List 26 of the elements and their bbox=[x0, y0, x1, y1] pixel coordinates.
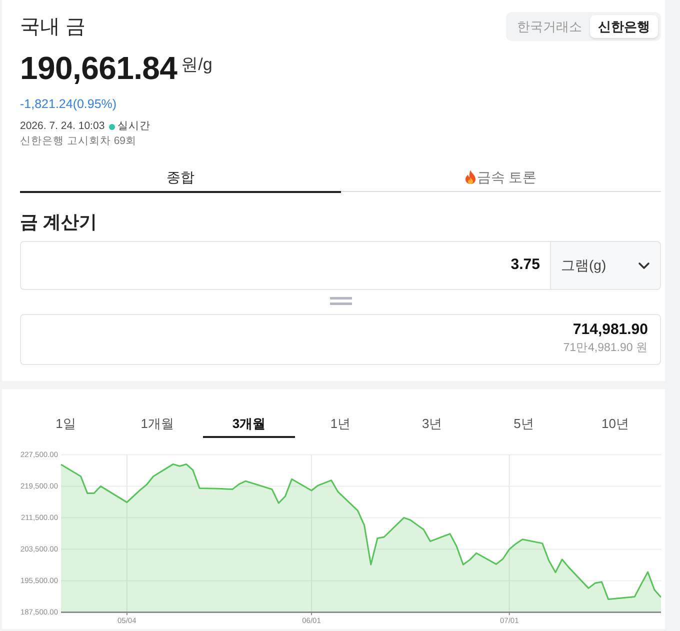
price-change: -1,821.24(0.95%) bbox=[20, 97, 117, 111]
section-tab[interactable]: 금속 토론 bbox=[340, 159, 661, 192]
unit-dropdown[interactable]: 그램(g) bbox=[550, 241, 661, 290]
live-label: 실시간 bbox=[118, 119, 151, 134]
amount-input[interactable]: 3.75 bbox=[20, 241, 550, 290]
live-dot-icon bbox=[108, 124, 115, 130]
update-time: 2026. 7. 24. 10:03 bbox=[20, 119, 105, 134]
chevron-down-icon bbox=[638, 262, 650, 270]
calculator-title: 금 계산기 bbox=[20, 211, 98, 234]
period-tab[interactable]: 10년 bbox=[569, 389, 662, 438]
period-tab[interactable]: 3년 bbox=[386, 389, 478, 438]
section-tab[interactable]: 종합 bbox=[20, 159, 340, 193]
equals-icon bbox=[330, 297, 352, 305]
source-option[interactable]: 신한은행 bbox=[590, 15, 658, 38]
period-tab[interactable]: 3개월 bbox=[203, 389, 295, 438]
price-value: 190,661.84 bbox=[20, 49, 178, 87]
period-tab[interactable]: 5년 bbox=[478, 389, 570, 438]
notice-text: 신한은행 고시회차 69회 bbox=[20, 135, 137, 147]
period-tab[interactable]: 1개월 bbox=[112, 389, 204, 438]
price-unit: 원/g bbox=[181, 54, 212, 76]
fire-icon bbox=[464, 170, 476, 184]
result-amount: 714,981.90 bbox=[572, 321, 648, 338]
period-tab[interactable]: 1년 bbox=[294, 389, 386, 438]
period-tab[interactable]: 1일 bbox=[20, 389, 112, 438]
result-in-words: 71만4,981.90 원 bbox=[563, 342, 648, 354]
page-title: 국내 금 bbox=[20, 15, 86, 40]
